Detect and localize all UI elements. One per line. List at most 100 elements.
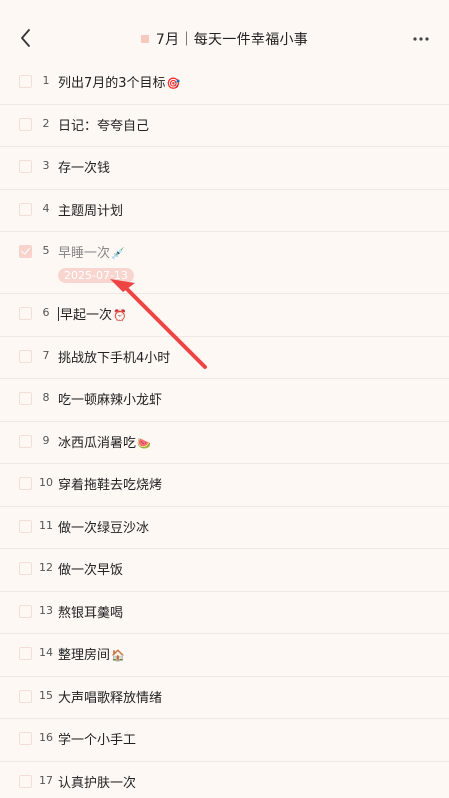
- task-number: 4: [42, 201, 50, 215]
- task-label-wrap[interactable]: 做一次绿豆沙冰: [58, 517, 149, 536]
- task-label-wrap[interactable]: 主题周计划: [58, 200, 123, 219]
- checkbox[interactable]: [19, 202, 32, 216]
- task-label-wrap[interactable]: 早起一次⏰: [58, 304, 127, 323]
- task-row[interactable]: 7 挑战放下手机4小时: [0, 337, 449, 379]
- task-label-wrap[interactable]: 挑战放下手机4小时: [58, 347, 170, 366]
- text-cursor: [58, 307, 59, 321]
- task-label: 整理房间: [58, 648, 111, 663]
- task-row[interactable]: 4 主题周计划: [0, 190, 449, 232]
- task-row[interactable]: 13 熬银耳羹喝: [0, 592, 449, 634]
- page-title-wrap: 7月｜每天一件幸福小事: [0, 26, 449, 52]
- completion-date-badge: 2025-07-13: [58, 268, 134, 283]
- task-row[interactable]: 17 认真护肤一次: [0, 762, 449, 798]
- checkbox[interactable]: [19, 647, 32, 660]
- task-label: 熬银耳羹喝: [58, 605, 124, 621]
- task-row[interactable]: 11 做一次绿豆沙冰: [0, 507, 449, 549]
- checkbox[interactable]: [19, 562, 32, 575]
- task-label-wrap[interactable]: 整理房间🏠: [58, 644, 125, 663]
- task-row[interactable]: 5 早睡一次💉 2025-07-13: [0, 232, 449, 294]
- task-label: 认真护肤一次: [58, 775, 137, 791]
- checkbox-checked[interactable]: [19, 245, 32, 258]
- task-list: 1 列出7月的3个目标🎯 2 日记：夸夸自己 3 存一次钱 4 主题周计划 5 早睡一次💉 2025…: [0, 62, 449, 798]
- task-row[interactable]: 9 冰西瓜消暑吃🍉: [0, 422, 449, 464]
- task-label-wrap[interactable]: 熬银耳羹喝: [58, 602, 123, 621]
- task-label: 列出7月的3个目标: [58, 76, 166, 91]
- task-row[interactable]: 1 列出7月的3个目标🎯: [0, 62, 449, 105]
- page-title: 7月｜每天一件幸福小事: [155, 32, 309, 48]
- task-label: 做一次绿豆沙冰: [58, 520, 150, 536]
- task-number: 1: [42, 74, 50, 87]
- task-label: 冰西瓜消暑吃: [58, 435, 137, 451]
- checkbox[interactable]: [19, 434, 32, 448]
- task-number: 11: [39, 518, 53, 532]
- more-button[interactable]: [411, 29, 431, 49]
- task-number: 14: [39, 646, 53, 659]
- task-label: 主题周计划: [58, 203, 124, 219]
- app-screen: 7月｜每天一件幸福小事 1 列出7月的3个目标🎯 2 日记：夸夸自己 3 存一次钱 4 主题周…: [0, 0, 449, 798]
- task-number: 10: [39, 476, 53, 489]
- task-label: 吃一顿麻辣小龙虾: [58, 393, 163, 408]
- checkbox[interactable]: [19, 307, 32, 320]
- task-label-wrap[interactable]: 大声唱歌释放情绪: [58, 687, 162, 706]
- task-label: 学一个小手工: [58, 733, 137, 748]
- task-number: 13: [39, 603, 53, 617]
- task-row[interactable]: 8 吃一顿麻辣小龙虾: [0, 379, 449, 422]
- task-row[interactable]: 10 穿着拖鞋去吃烧烤: [0, 464, 449, 507]
- task-number: 7: [42, 348, 50, 362]
- task-row[interactable]: 14 整理房间🏠: [0, 634, 449, 677]
- checkbox[interactable]: [19, 689, 32, 703]
- task-emoji-icon: ⏰: [113, 309, 127, 322]
- task-row[interactable]: 3 存一次钱: [0, 147, 449, 190]
- title-marker-icon: [140, 35, 149, 43]
- checkbox[interactable]: [19, 349, 32, 363]
- task-number: 2: [42, 116, 50, 130]
- task-label: 早睡一次: [58, 246, 111, 261]
- task-label: 早起一次: [60, 308, 113, 323]
- task-label-wrap[interactable]: 做一次早饭: [58, 559, 123, 578]
- task-label-wrap[interactable]: 早睡一次💉: [58, 242, 125, 261]
- task-label-wrap[interactable]: 列出7月的3个目标🎯: [58, 72, 180, 91]
- checkbox[interactable]: [19, 604, 32, 618]
- task-label-wrap[interactable]: 吃一顿麻辣小龙虾: [58, 389, 162, 408]
- checkbox[interactable]: [19, 75, 32, 88]
- task-row[interactable]: 15 大声唱歌释放情绪: [0, 677, 449, 719]
- task-number: 12: [39, 561, 53, 574]
- task-label: 做一次早饭: [58, 563, 124, 578]
- task-number: 5: [42, 244, 50, 257]
- task-label-wrap[interactable]: 日记：夸夸自己: [58, 115, 149, 134]
- checkbox[interactable]: [19, 160, 32, 173]
- task-row[interactable]: 12 做一次早饭: [0, 549, 449, 592]
- task-emoji-icon: 🏠: [111, 649, 125, 662]
- task-emoji-icon: 🍉: [137, 436, 151, 450]
- task-number: 9: [42, 433, 50, 447]
- task-label-wrap[interactable]: 认真护肤一次: [58, 772, 136, 791]
- checkbox[interactable]: [19, 117, 32, 131]
- task-label: 挑战放下手机4小时: [58, 350, 171, 366]
- task-label: 日记：夸夸自己: [58, 118, 150, 134]
- checkbox[interactable]: [19, 732, 32, 745]
- more-horizontal-icon: [413, 37, 429, 41]
- task-row[interactable]: 2 日记：夸夸自己: [0, 105, 449, 147]
- top-bar: 7月｜每天一件幸福小事: [0, 0, 449, 62]
- task-label: 大声唱歌释放情绪: [58, 690, 163, 706]
- task-emoji-icon: 🎯: [166, 77, 181, 90]
- task-label: 存一次钱: [58, 161, 111, 176]
- task-row[interactable]: 6 早起一次⏰: [0, 294, 449, 337]
- task-emoji-icon: 💉: [111, 247, 125, 260]
- task-label-wrap[interactable]: 穿着拖鞋去吃烧烤: [58, 474, 162, 493]
- checkbox[interactable]: [19, 774, 32, 788]
- task-label-wrap[interactable]: 存一次钱: [58, 157, 110, 176]
- task-number: 15: [39, 688, 53, 702]
- task-number: 6: [42, 306, 50, 319]
- checkbox[interactable]: [19, 477, 32, 490]
- task-label: 穿着拖鞋去吃烧烤: [58, 478, 163, 493]
- checkbox[interactable]: [19, 519, 32, 533]
- task-number: 8: [42, 391, 50, 404]
- task-label-wrap[interactable]: 冰西瓜消暑吃🍉: [58, 432, 151, 451]
- checkbox[interactable]: [19, 392, 32, 405]
- task-number: 17: [39, 773, 53, 787]
- task-row[interactable]: 16 学一个小手工: [0, 719, 449, 762]
- task-number: 3: [42, 159, 50, 172]
- task-label-wrap[interactable]: 学一个小手工: [58, 729, 136, 748]
- task-number: 16: [39, 731, 53, 744]
